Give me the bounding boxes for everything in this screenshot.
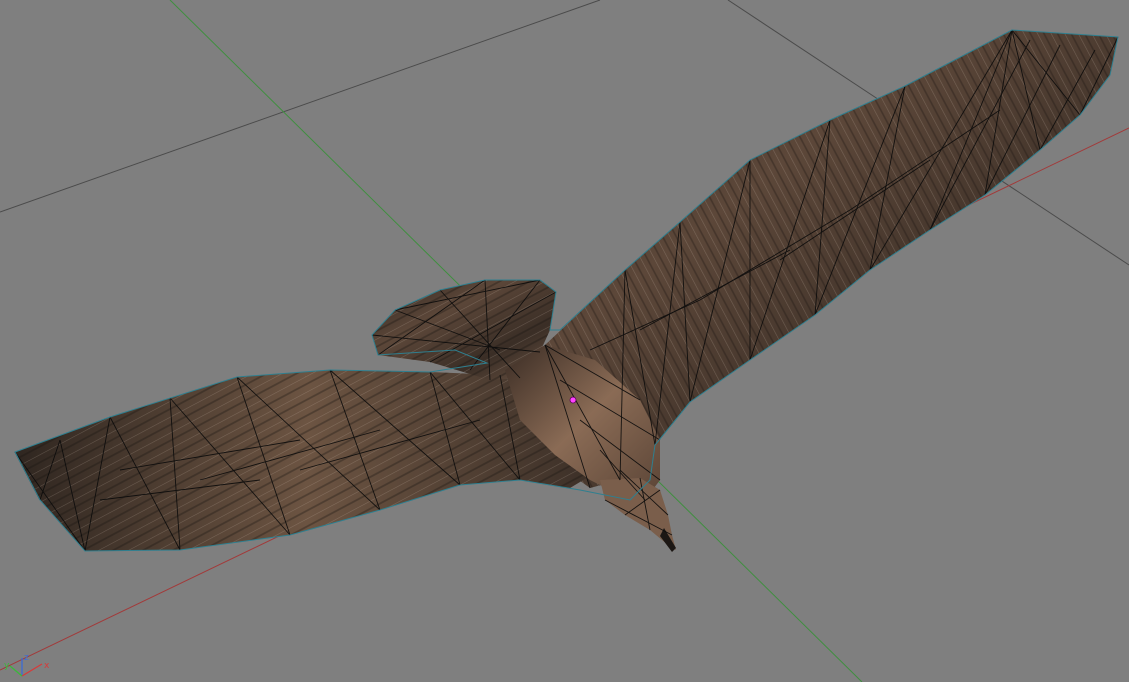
eagle-model[interactable] [14, 29, 1119, 552]
viewport-scene[interactable]: z x y [0, 0, 1129, 682]
gizmo-y-label: y [4, 661, 10, 671]
3d-viewport[interactable]: z x y [0, 0, 1129, 682]
gizmo-z-label: z [24, 653, 29, 663]
grid-line [0, 0, 601, 213]
left-wing-feather-texture [15, 370, 600, 551]
pivot-point[interactable] [569, 396, 577, 404]
gizmo-x-label: x [44, 661, 50, 671]
gizmo-y-axis [9, 665, 23, 677]
gizmo-x-axis [21, 663, 43, 677]
